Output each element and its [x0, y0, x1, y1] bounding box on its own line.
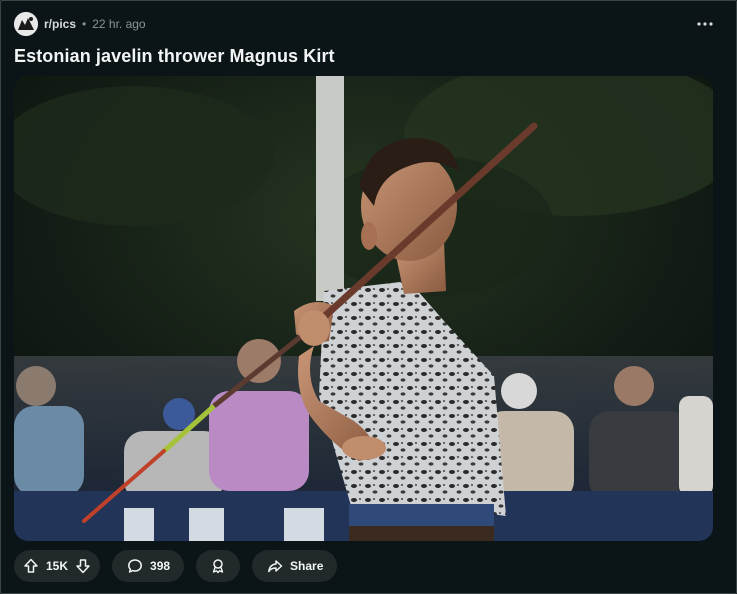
- post-image[interactable]: [14, 76, 713, 541]
- arrow-down-icon: [76, 559, 90, 574]
- share-arrow-icon: [266, 557, 284, 575]
- post-title[interactable]: Estonian javelin thrower Magnus Kirt: [14, 46, 335, 67]
- share-button[interactable]: Share: [252, 550, 338, 582]
- comments-button[interactable]: 398: [112, 550, 185, 582]
- arrow-up-icon: [24, 558, 38, 573]
- separator-dot: •: [82, 17, 87, 31]
- award-icon: [209, 557, 227, 575]
- more-options-button[interactable]: [695, 14, 715, 34]
- upvote-button[interactable]: [22, 557, 40, 575]
- vote-count: 15K: [46, 559, 69, 573]
- more-horizontal-icon: [697, 22, 713, 26]
- vote-control: 15K: [14, 550, 101, 582]
- award-button[interactable]: [196, 550, 241, 582]
- subreddit-avatar[interactable]: [14, 12, 38, 36]
- post-age: 22 hr. ago: [92, 17, 146, 31]
- javelin-photo: [14, 76, 713, 541]
- post-header: r/pics • 22 hr. ago: [14, 12, 146, 36]
- comment-count: 398: [150, 559, 171, 573]
- share-label: Share: [290, 559, 324, 573]
- post-actions: 15K 398 Share: [14, 550, 338, 582]
- speech-bubble-icon: [126, 557, 144, 575]
- downvote-button[interactable]: [74, 557, 92, 575]
- subreddit-name[interactable]: r/pics: [44, 17, 76, 31]
